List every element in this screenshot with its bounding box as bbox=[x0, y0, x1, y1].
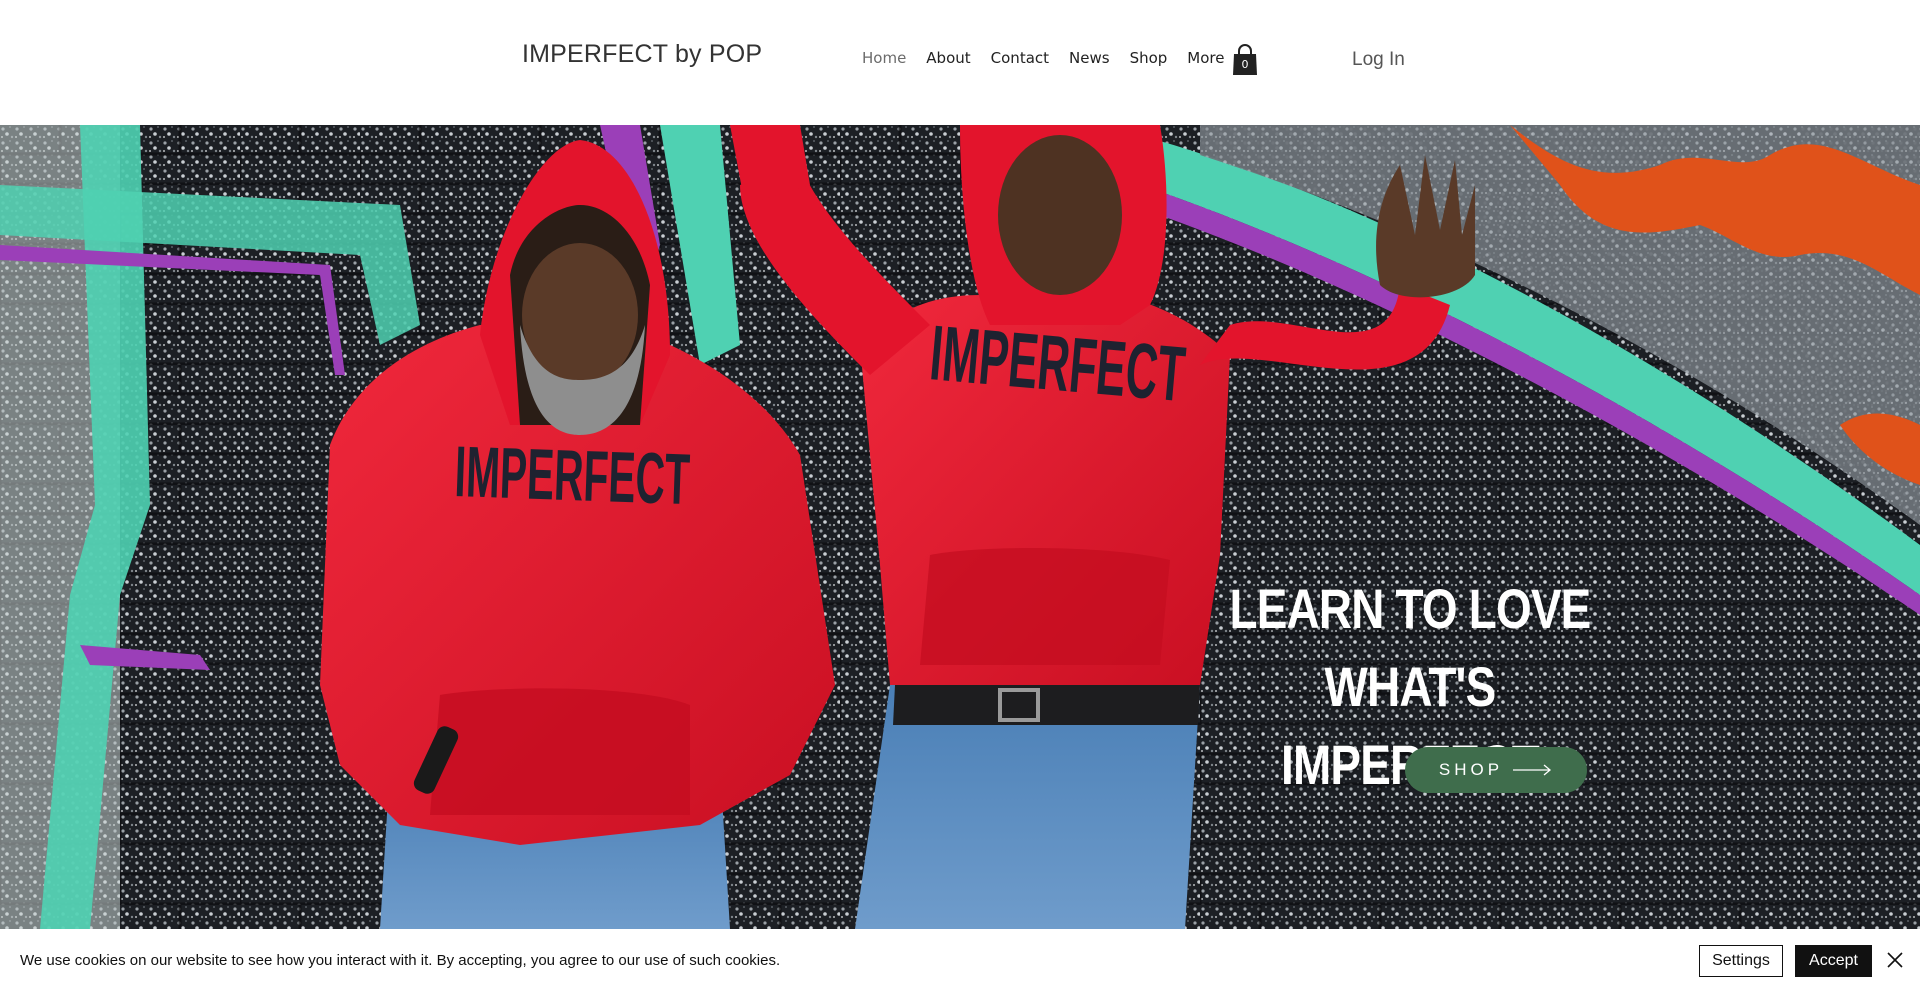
arrow-right-icon bbox=[1513, 764, 1552, 776]
hero-headline-line-1: LEARN TO LOVE WHAT'S bbox=[1229, 577, 1591, 718]
cart-count: 0 bbox=[1241, 58, 1249, 71]
main-nav: Home About Contact News Shop More bbox=[862, 49, 1244, 67]
hero-photo: IMPERFECT IMPERFECT bbox=[0, 125, 1920, 929]
site-header: IMPERFECT by POP Home About Contact News… bbox=[0, 0, 1920, 125]
shop-button[interactable]: SHOP bbox=[1405, 747, 1587, 793]
close-icon[interactable] bbox=[1886, 951, 1904, 969]
nav-about[interactable]: About bbox=[926, 49, 970, 67]
shop-button-label: SHOP bbox=[1438, 760, 1504, 779]
login-link[interactable]: Log In bbox=[1352, 49, 1405, 71]
cookie-message: We use cookies on our website to see how… bbox=[20, 952, 781, 969]
hero-banner: IMPERFECT IMPERFECT LEARN TO LOVE WHAT'S… bbox=[0, 125, 1920, 929]
nav-more[interactable]: More bbox=[1187, 49, 1224, 67]
nav-shop[interactable]: Shop bbox=[1130, 49, 1168, 67]
hoodie-print-left: IMPERFECT bbox=[453, 432, 691, 520]
nav-news[interactable]: News bbox=[1069, 49, 1110, 67]
cart-button[interactable]: 0 bbox=[1232, 44, 1258, 76]
cookie-banner: We use cookies on our website to see how… bbox=[0, 929, 1920, 993]
cookie-settings-button[interactable]: Settings bbox=[1699, 945, 1783, 977]
cookie-accept-button[interactable]: Accept bbox=[1795, 945, 1872, 977]
site-logo[interactable]: IMPERFECT by POP bbox=[522, 40, 762, 69]
nav-home[interactable]: Home bbox=[862, 49, 906, 67]
nav-contact[interactable]: Contact bbox=[991, 49, 1049, 67]
